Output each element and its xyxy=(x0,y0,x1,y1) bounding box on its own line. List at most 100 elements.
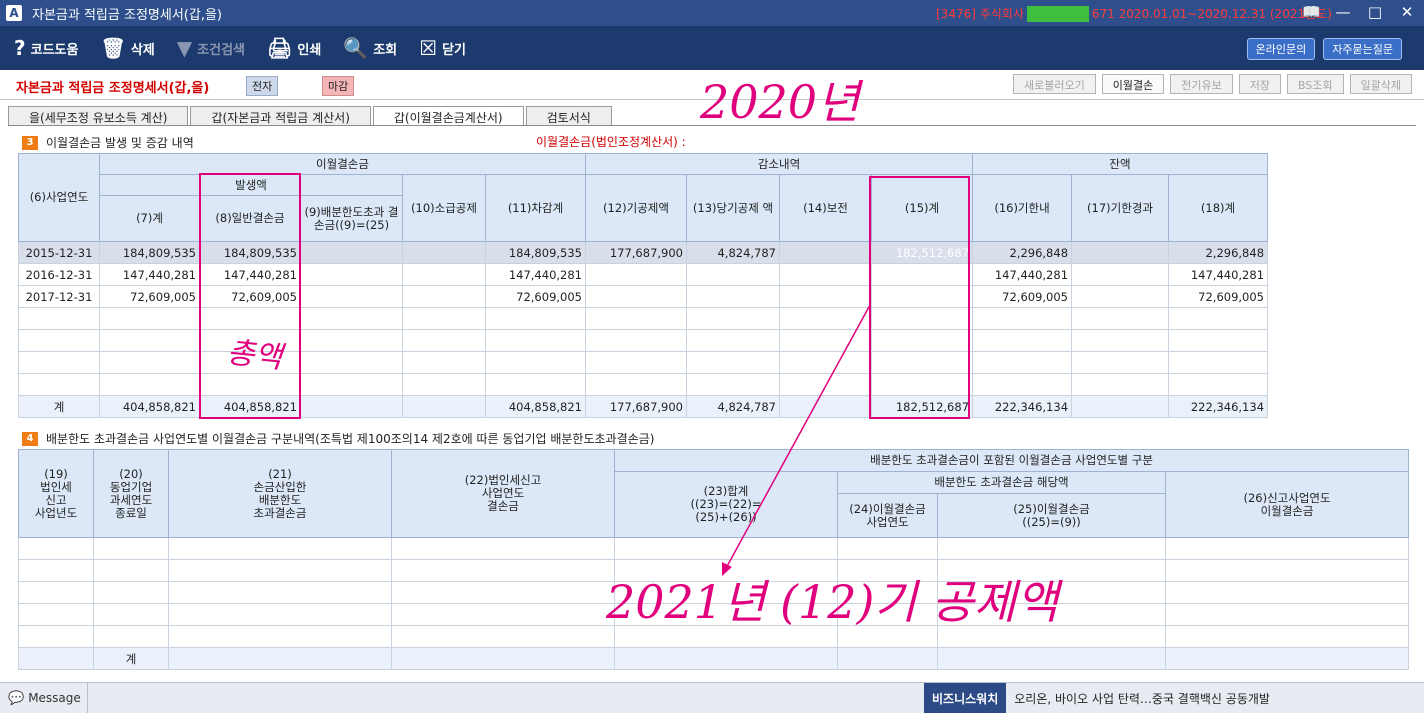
grid-cell[interactable] xyxy=(18,559,94,582)
amount-cell[interactable] xyxy=(870,351,974,374)
year-cell[interactable] xyxy=(18,329,100,352)
grid-cell[interactable] xyxy=(18,625,94,648)
amount-cell[interactable] xyxy=(1168,373,1269,396)
grid-cell[interactable] xyxy=(391,647,615,670)
amount-cell[interactable] xyxy=(1168,329,1269,352)
table-row[interactable]: 2017-12-31 72,609,005 72,609,005 72,609,005… xyxy=(18,285,1269,308)
grid-cell[interactable] xyxy=(391,537,615,560)
grid-cell[interactable] xyxy=(837,625,938,648)
close-button[interactable]: ☒ 닫기 xyxy=(419,36,466,60)
grid-cell[interactable] xyxy=(18,603,94,626)
amount-cell[interactable]: 177,687,900 xyxy=(585,395,687,418)
grid-cell[interactable] xyxy=(937,537,1166,560)
help-button[interactable]: ? 코드도움 xyxy=(14,36,78,60)
amount-cell[interactable]: 177,687,900 xyxy=(585,241,687,264)
table-row[interactable] xyxy=(18,351,1269,374)
amount-cell[interactable] xyxy=(300,373,403,396)
grid-cell[interactable] xyxy=(614,559,838,582)
tab-gap-capital[interactable]: 갑(자본금과 적립금 계산서) xyxy=(190,106,371,126)
table-row[interactable] xyxy=(18,625,1410,648)
amount-cell[interactable] xyxy=(585,373,687,396)
news-ticker[interactable]: 비즈니스워치 오리온, 바이오 사업 탄력…중국 결핵백신 공동개발 xyxy=(924,683,1270,713)
amount-cell[interactable]: 72,609,005 xyxy=(972,285,1073,308)
amount-cell[interactable]: 184,809,535 xyxy=(199,241,301,264)
amount-cell[interactable] xyxy=(686,263,780,286)
amount-cell[interactable] xyxy=(870,307,974,330)
amount-cell[interactable]: 404,858,821 xyxy=(99,395,200,418)
table-row[interactable]: 2015-12-31 184,809,535 184,809,535 184,809,… xyxy=(18,241,1269,264)
amount-cell[interactable] xyxy=(779,373,872,396)
amount-cell[interactable] xyxy=(402,373,486,396)
grid-cell[interactable] xyxy=(168,559,392,582)
amount-cell[interactable] xyxy=(1071,351,1170,374)
grid-cell[interactable] xyxy=(937,581,1166,604)
year-cell[interactable] xyxy=(18,373,100,396)
amount-cell[interactable] xyxy=(870,373,974,396)
amount-cell[interactable] xyxy=(972,329,1073,352)
amount-cell[interactable] xyxy=(199,307,301,330)
amount-cell[interactable] xyxy=(585,351,687,374)
amount-cell[interactable] xyxy=(300,241,403,264)
amount-cell[interactable] xyxy=(402,307,486,330)
table-row[interactable] xyxy=(18,373,1269,396)
amount-cell[interactable] xyxy=(686,285,780,308)
year-cell[interactable]: 계 xyxy=(18,395,100,418)
grid-cell[interactable] xyxy=(93,625,169,648)
amount-cell[interactable] xyxy=(485,329,586,352)
amount-cell[interactable]: 147,440,281 xyxy=(1168,263,1269,286)
grid-cell[interactable] xyxy=(168,581,392,604)
grid-cell[interactable] xyxy=(937,559,1166,582)
amount-cell[interactable] xyxy=(199,373,301,396)
book-icon[interactable]: 📖 xyxy=(1302,3,1321,21)
bs-query-button[interactable]: BS조회 xyxy=(1286,74,1344,94)
grid-cell[interactable] xyxy=(18,537,94,560)
grid-cell[interactable] xyxy=(391,603,615,626)
amount-cell[interactable]: 222,346,134 xyxy=(1168,395,1269,418)
amount-cell[interactable] xyxy=(99,351,200,374)
amount-cell[interactable] xyxy=(99,373,200,396)
amount-cell[interactable]: 184,809,535 xyxy=(99,241,200,264)
amount-cell[interactable]: 147,440,281 xyxy=(199,263,301,286)
amount-cell[interactable] xyxy=(300,351,403,374)
amount-cell[interactable] xyxy=(585,307,687,330)
amount-cell[interactable] xyxy=(686,307,780,330)
amount-cell[interactable] xyxy=(585,285,687,308)
amount-cell[interactable] xyxy=(199,329,301,352)
amount-cell[interactable] xyxy=(1168,307,1269,330)
total-row[interactable]: 계 xyxy=(18,647,1410,670)
amount-cell[interactable] xyxy=(402,263,486,286)
amount-cell[interactable] xyxy=(1168,351,1269,374)
year-cell[interactable]: 2015-12-31 xyxy=(18,241,100,264)
online-inquiry-button[interactable]: 온라인문의 xyxy=(1246,38,1316,60)
amount-cell[interactable] xyxy=(402,285,486,308)
grid-cell[interactable] xyxy=(1164,537,1410,560)
amount-cell[interactable]: 182,512,687 xyxy=(870,241,974,264)
amount-cell[interactable] xyxy=(1071,329,1170,352)
tab-gap-carryover[interactable]: 갑(이월결손금계산서) xyxy=(372,106,524,126)
grid-cell[interactable] xyxy=(1164,559,1410,582)
amount-cell[interactable] xyxy=(1071,373,1170,396)
amount-cell[interactable] xyxy=(1071,285,1170,308)
amount-cell[interactable] xyxy=(300,285,403,308)
amount-cell[interactable] xyxy=(779,241,872,264)
amount-cell[interactable] xyxy=(99,329,200,352)
faq-button[interactable]: 자주묻는질문 xyxy=(1323,38,1402,60)
amount-cell[interactable]: 72,609,005 xyxy=(485,285,586,308)
amount-cell[interactable]: 72,609,005 xyxy=(99,285,200,308)
amount-cell[interactable] xyxy=(779,263,872,286)
amount-cell[interactable] xyxy=(485,373,586,396)
amount-cell[interactable] xyxy=(779,307,872,330)
table-row[interactable] xyxy=(18,559,1410,582)
save-button[interactable]: 저장 xyxy=(1238,74,1281,94)
grid-cell[interactable] xyxy=(614,581,838,604)
grid-cell[interactable] xyxy=(18,647,94,670)
grid-cell[interactable] xyxy=(614,625,838,648)
grid-cell[interactable] xyxy=(614,603,838,626)
amount-cell[interactable] xyxy=(300,307,403,330)
year-cell[interactable] xyxy=(18,351,100,374)
amount-cell[interactable] xyxy=(870,285,974,308)
amount-cell[interactable] xyxy=(99,307,200,330)
grid-cell[interactable] xyxy=(391,559,615,582)
grid-cell[interactable] xyxy=(937,603,1166,626)
amount-cell[interactable]: 147,440,281 xyxy=(972,263,1073,286)
